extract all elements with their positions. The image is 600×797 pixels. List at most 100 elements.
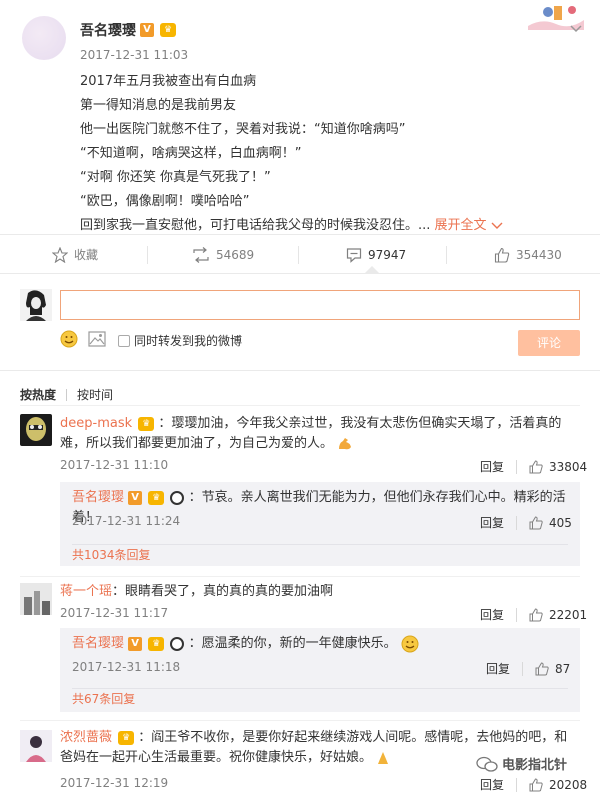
current-user-avatar[interactable]: [20, 289, 52, 321]
post-line: 回到家我一直安慰他，可打电话给我父母的时候我没忍住。...: [80, 218, 431, 233]
commenter-avatar[interactable]: [20, 730, 52, 762]
reply-actions: 回复 405: [480, 514, 572, 531]
post-line: 第一得知消息的是我前男友: [80, 98, 237, 113]
star-icon: [52, 247, 68, 263]
reply-button[interactable]: 回复: [480, 514, 504, 531]
commenter-name[interactable]: 蒋一个瑶: [60, 584, 112, 599]
sort-tab-time[interactable]: 按时间: [77, 386, 113, 403]
panda-badge-icon: [170, 636, 185, 651]
action-divider: [298, 246, 299, 264]
post-author-name[interactable]: 吾名璎璎: [80, 20, 136, 40]
comment-button[interactable]: 97947: [346, 244, 406, 266]
like-button[interactable]: 354430: [494, 244, 562, 266]
action-divider: [516, 459, 518, 474]
action-divider: [516, 777, 518, 792]
commenter-name[interactable]: 浓烈蔷薇: [60, 730, 112, 745]
smile-emoji-icon: [401, 635, 419, 653]
repost-icon: [193, 247, 209, 263]
post-time[interactable]: 2017-12-31 11:03: [80, 48, 188, 62]
comment-sort-tabs: 按热度 按时间: [20, 386, 113, 403]
comment-text: ：眼睛看哭了，真的真的真的要加油啊: [112, 584, 334, 599]
action-divider: [147, 246, 148, 264]
action-divider: [516, 515, 518, 530]
sort-underline: [20, 405, 580, 406]
action-divider: [522, 661, 524, 676]
like-count: 87: [555, 661, 571, 676]
post-line: “欧巴，偶像剧啊！噗哈哈哈”: [80, 194, 250, 209]
card-menu-chevron-icon[interactable]: [568, 20, 584, 36]
vip-crown-icon: ♛: [138, 416, 155, 431]
emoji-icon[interactable]: [60, 330, 78, 348]
post-line: 他一出医院门就憋不住了，哭着对我说：“知道你啥病吗”: [80, 122, 406, 137]
like-count: 20208: [549, 777, 588, 792]
vip-crown-icon: ♛: [148, 490, 165, 505]
repost-count: 54689: [216, 248, 255, 262]
comment-body: 蒋一个瑶：眼睛看哭了，真的真的真的要加油啊: [60, 582, 580, 602]
comment-time: 2017-12-31 11:17: [60, 606, 169, 620]
image-icon[interactable]: [88, 331, 106, 347]
reply-divider: [72, 688, 568, 689]
comment-icon: [346, 248, 362, 263]
repost-button[interactable]: 54689: [192, 244, 254, 266]
chevron-down-icon: [491, 222, 503, 229]
also-repost-option[interactable]: 同时转发到我的微博: [118, 332, 242, 349]
reply-text: ：愿温柔的你，新的一年健康快乐。: [188, 636, 397, 651]
commenter-avatar[interactable]: [20, 414, 52, 446]
comment-body: deep-mask ♛ ：璎璎加油，今年我父亲过世，我没有太悲伤但确实天塌了，活…: [60, 414, 580, 454]
comment-time: 2017-12-31 11:10: [60, 458, 169, 472]
post-line: “对啊 你还笑 你真是气死我了！”: [80, 170, 271, 185]
action-divider: [446, 246, 447, 264]
commenter-avatar[interactable]: [20, 583, 52, 615]
like-count: 354430: [516, 248, 562, 262]
comment-time: 2017-12-31 12:19: [60, 776, 169, 790]
thumbs-up-icon: [494, 247, 510, 263]
more-replies-link[interactable]: 共67条回复: [72, 690, 135, 707]
like-count: 33804: [549, 459, 588, 474]
comment-actions: 回复 22201: [480, 606, 587, 623]
like-count: 22201: [549, 607, 588, 622]
like-count: 405: [549, 515, 572, 530]
thumbs-up-icon[interactable]: [529, 777, 543, 792]
thumbs-up-icon[interactable]: [529, 459, 543, 474]
sort-divider: [66, 388, 68, 401]
verified-badge-icon: V: [128, 636, 143, 651]
vip-crown-icon: ♛: [118, 730, 135, 745]
vip-crown-icon: ♛: [148, 636, 165, 651]
verified-badge-icon: V: [140, 23, 154, 37]
favorite-button[interactable]: 收藏: [52, 244, 98, 266]
expand-label: 展开全文: [434, 218, 487, 233]
reply-time: 2017-12-31 11:18: [72, 660, 181, 674]
thumbs-up-icon[interactable]: [529, 515, 543, 530]
watermark-text: 电影指北针: [502, 758, 568, 773]
expand-full-link[interactable]: 展开全文: [435, 218, 503, 233]
verified-badge-icon: V: [128, 490, 143, 505]
reply-author-name[interactable]: 吾名璎璎: [72, 490, 124, 505]
sort-tab-hot[interactable]: 按热度: [20, 386, 56, 403]
post-author-avatar[interactable]: [22, 16, 66, 60]
reply-actions: 回复 87: [486, 660, 570, 677]
reply-button[interactable]: 回复: [486, 660, 510, 677]
comment-input[interactable]: [60, 290, 580, 320]
action-divider: [516, 607, 518, 622]
post-line: “不知道啊，啥病哭这样，白血病啊！”: [80, 146, 302, 161]
also-repost-checkbox[interactable]: [118, 334, 130, 347]
reply-author-name[interactable]: 吾名璎璎: [72, 636, 124, 651]
more-replies-link[interactable]: 共1034条回复: [72, 546, 151, 563]
vip-crown-icon: ♛: [160, 23, 176, 37]
thumbs-up-icon[interactable]: [535, 661, 549, 676]
thumbs-up-icon[interactable]: [529, 607, 543, 622]
commenter-name[interactable]: deep-mask: [60, 416, 132, 431]
reply-button[interactable]: 回复: [480, 458, 504, 475]
submit-comment-button[interactable]: 评论: [518, 330, 580, 356]
panda-badge-icon: [170, 490, 185, 505]
comment-actions: 回复 20208: [480, 776, 587, 793]
reply-button[interactable]: 回复: [480, 776, 504, 793]
reply-time: 2017-12-31 11:24: [72, 514, 181, 528]
watermark: 电影指北针: [476, 754, 567, 773]
also-repost-label: 同时转发到我的微博: [134, 334, 243, 348]
comment-text: ：璎璎加油，今年我父亲过世，我没有太悲伤但确实天塌了，活着真的难，所以我们都要更…: [60, 416, 562, 451]
post-body: 2017年五月我被查出有白血病 第一得知消息的是我前男友 他一出医院门就憋不住了…: [80, 70, 580, 238]
flexed-arm-emoji-icon: [337, 437, 353, 451]
reply-button[interactable]: 回复: [480, 606, 504, 623]
reply-divider: [72, 544, 568, 545]
